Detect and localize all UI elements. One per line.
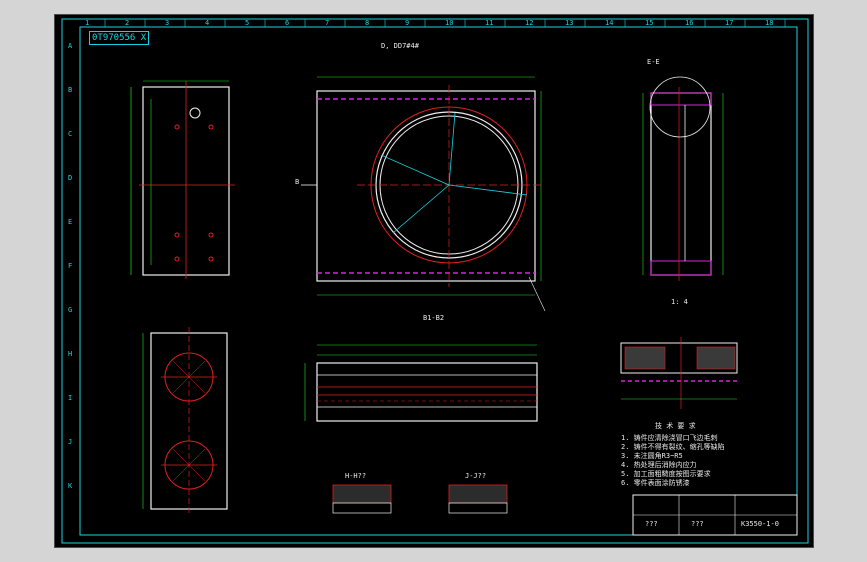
detail-section-h-h [332,484,392,514]
column-marker: 13 [565,19,574,27]
title-block-code: K3550-1-0 [741,520,779,528]
column-marker: 1 [85,19,90,27]
note-line: 5. 加工面粗糙度按图示要求 [621,470,711,478]
view-title-b1-b2: B1-B2 [423,314,445,322]
row-marker: C [68,130,73,138]
column-marker: 9 [405,19,410,27]
row-marker: D [68,174,73,182]
note-line: 6. 零件表面涂防锈漆 [621,479,690,487]
detail-hatched-section [620,337,738,409]
title-block-name: ??? [645,520,658,528]
section-view-e-e [642,76,724,281]
left-elevation-view [130,80,235,279]
title-block [632,494,798,536]
note-line: 3. 未注圆角R3~R5 [621,452,683,460]
row-marker: F [68,262,73,270]
title-block-code2: ??? [691,520,704,528]
detail-section-j-j [448,484,508,514]
column-marker: 14 [605,19,614,27]
column-marker: 5 [245,19,250,27]
side-view-circles [142,327,228,515]
drawing-stamp: 0T970556 X [89,31,150,45]
cad-drawing-canvas[interactable] [55,15,815,549]
column-marker: 7 [325,19,330,27]
scale-note: 1: 4 [671,298,688,306]
row-marker: K [68,482,73,490]
column-marker: 15 [645,19,654,27]
row-marker: I [68,394,73,402]
main-front-view [301,76,546,312]
column-marker: 6 [285,19,290,27]
column-marker: 4 [205,19,210,27]
column-marker: 3 [165,19,170,27]
column-marker: 18 [765,19,774,27]
row-marker: B [68,86,73,94]
section-title-e-e: E-E [647,58,660,66]
column-marker: 11 [485,19,494,27]
column-marker: 17 [725,19,734,27]
row-marker: A [68,42,73,50]
main-view-dimension: D, DD7#4# [381,42,419,50]
detail-title-h-h: H-H?? [345,472,367,480]
note-line: 1. 铸件应清除浇冒口飞边毛刺 [621,434,718,442]
row-marker: H [68,350,73,358]
column-marker: 8 [365,19,370,27]
column-marker: 12 [525,19,534,27]
column-marker: 16 [685,19,694,27]
row-marker: G [68,306,73,314]
note-line: 2. 铸件不得有裂纹、缩孔等缺陷 [621,443,725,451]
column-marker: 2 [125,19,130,27]
row-marker: E [68,218,73,226]
detail-title-j-j: J-J?? [465,472,487,480]
note-line: 4. 热处理后消除内应力 [621,461,697,469]
long-plan-view [304,344,538,422]
section-mark-left: B [295,178,300,186]
row-marker: J [68,438,73,446]
column-marker: 10 [445,19,454,27]
drawing-viewport[interactable]: 1 2 3 4 5 6 7 8 9 10 11 12 13 14 15 16 17 18 ABCDEFGHIJK … [54,14,814,548]
notes-title: 技 术 要 求 [655,422,696,430]
